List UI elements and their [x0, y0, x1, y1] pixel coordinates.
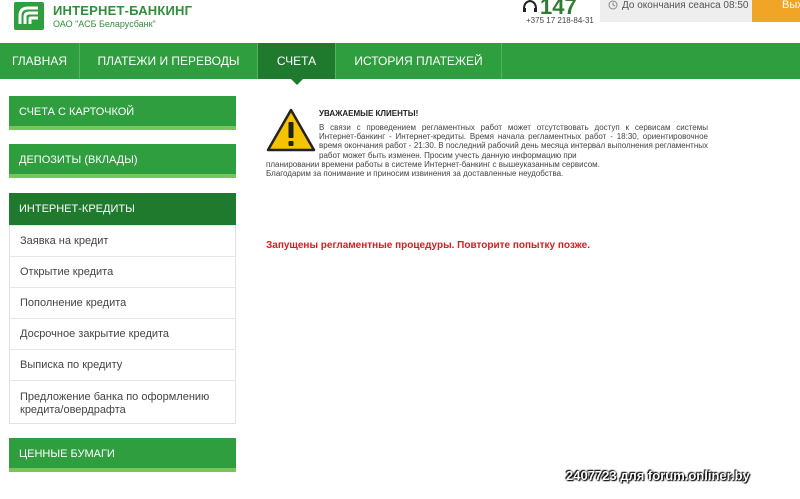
nav-item-accounts[interactable]: СЧЕТА: [258, 43, 336, 79]
sidebar-item-internet-credits[interactable]: ИНТЕРНЕТ-КРЕДИТЫ: [9, 193, 236, 225]
credits-submenu: Заявка на кредит Открытие кредита Пополн…: [9, 225, 236, 424]
phone-full-number: +375 17 218-84-31: [526, 16, 594, 25]
header: ИНТЕРНЕТ-БАНКИНГ ОАО "АСБ Беларусбанк" 1…: [0, 0, 800, 43]
error-message: Запущены регламентные процедуры. Повтори…: [266, 240, 590, 251]
exit-button[interactable]: Вых: [752, 0, 800, 22]
submenu-item-top-up-credit[interactable]: Пополнение кредита: [10, 287, 235, 318]
active-tab-caret: [291, 79, 303, 85]
submenu-item-bank-offer[interactable]: Предложение банка по оформлению кредита/…: [10, 380, 235, 423]
logo-title[interactable]: ИНТЕРНЕТ-БАНКИНГ: [53, 3, 192, 18]
sidebar-item-deposits[interactable]: ДЕПОЗИТЫ (ВКЛАДЫ): [9, 144, 236, 178]
nav-item-payments[interactable]: ПЛАТЕЖИ И ПЕРЕВОДЫ: [80, 43, 258, 79]
watermark: 2407723 для forum.onliner.by: [566, 468, 750, 483]
nav-item-payment-history[interactable]: ИСТОРИЯ ПЛАТЕЖЕЙ: [336, 43, 502, 79]
main-navigation: ГЛАВНАЯ ПЛАТЕЖИ И ПЕРЕВОДЫ СЧЕТА ИСТОРИЯ…: [0, 43, 800, 79]
clock-icon: [608, 0, 618, 10]
submenu-item-open-credit[interactable]: Открытие кредита: [10, 256, 235, 287]
notice-body: В связи с проведением регламентных работ…: [266, 123, 708, 178]
sidebar-item-securities[interactable]: ЦЕННЫЕ БУМАГИ: [9, 438, 236, 472]
submenu-item-credit-application[interactable]: Заявка на кредит: [10, 225, 235, 256]
phone-icon: [523, 0, 537, 12]
notice-paragraph-continued: планировании времени работы в системе Ин…: [266, 159, 600, 169]
sidebar-item-card-accounts[interactable]: СЧЕТА С КАРТОЧКОЙ: [9, 96, 236, 130]
notice-closing: Благодарим за понимание и приносим извин…: [266, 169, 564, 179]
notice-title: УВАЖАЕМЫЕ КЛИЕНТЫ!: [319, 109, 419, 118]
session-timer-text: До окончания сеанса 08:50: [622, 0, 749, 11]
submenu-item-early-repayment[interactable]: Досрочное закрытие кредита: [10, 318, 235, 349]
submenu-item-credit-statement[interactable]: Выписка по кредиту: [10, 349, 235, 380]
nav-item-home[interactable]: ГЛАВНАЯ: [0, 43, 80, 79]
notice-paragraph: В связи с проведением регламентных работ…: [319, 123, 708, 160]
bank-logo-icon[interactable]: [14, 2, 44, 30]
logo-subtitle: ОАО "АСБ Беларусбанк": [53, 19, 156, 29]
